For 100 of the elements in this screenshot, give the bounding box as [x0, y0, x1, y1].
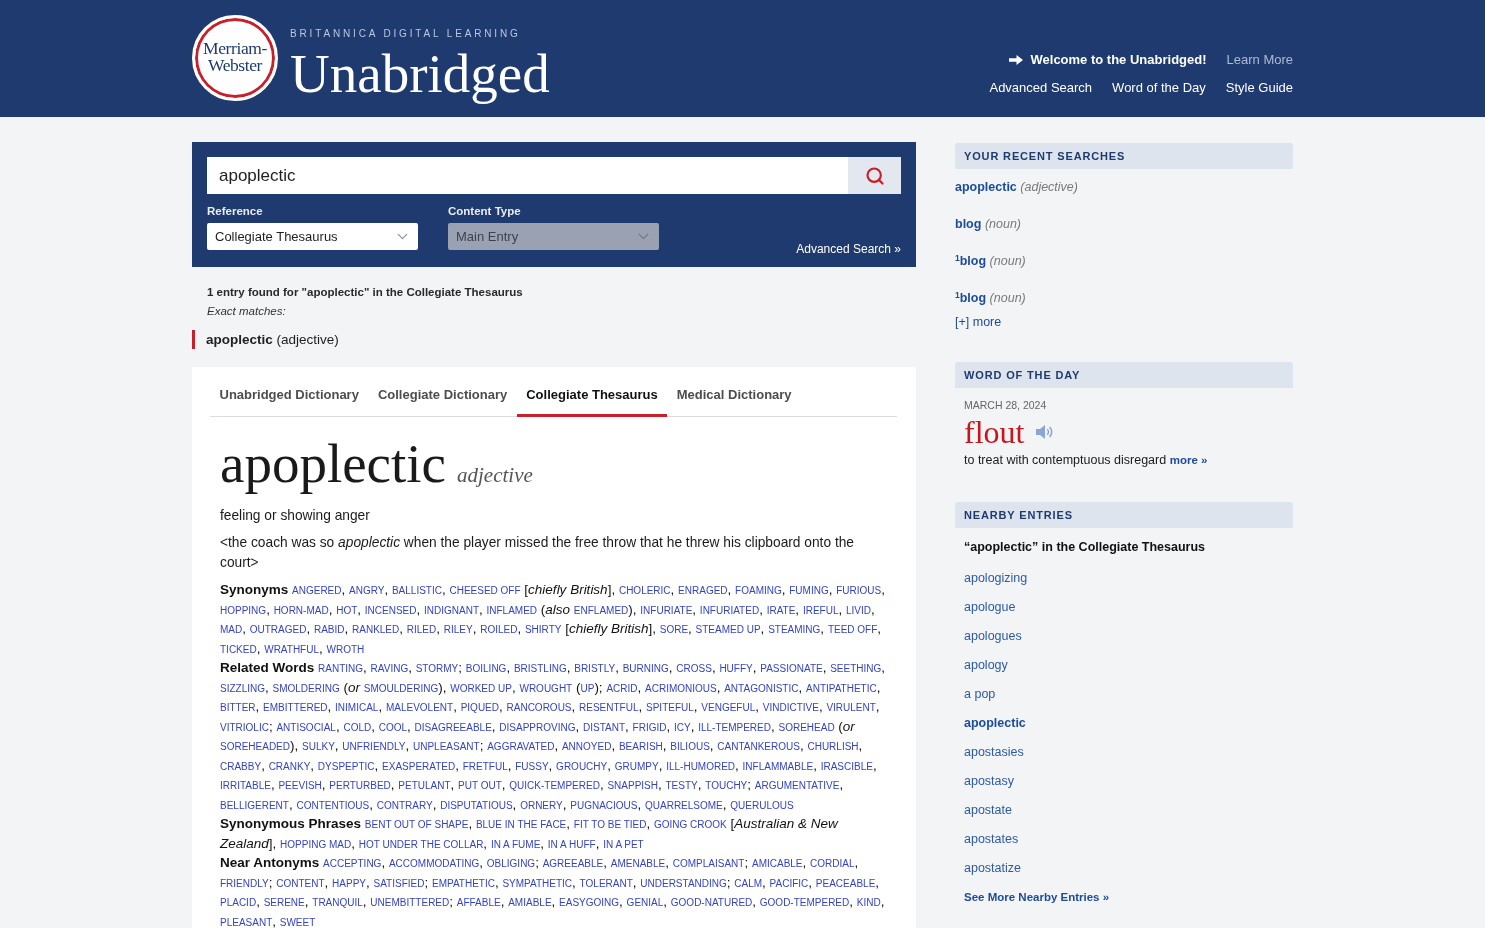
word-of-the-day[interactable]: flout [964, 416, 1025, 448]
nearby-entry-link[interactable]: apostasy [964, 773, 1015, 789]
word-link[interactable]: BILIOUS [670, 741, 710, 752]
word-link[interactable]: HOT [336, 604, 358, 616]
word-link[interactable]: INFLAMED [486, 604, 538, 616]
word-link[interactable]: EMPATHETIC [431, 877, 495, 889]
word-link[interactable]: CONTRARY [376, 799, 433, 811]
word-link[interactable]: STEAMED UP [695, 624, 761, 635]
tab[interactable]: Collegiate Dictionary [368, 387, 517, 417]
word-link[interactable]: AMIABLE [508, 897, 552, 908]
search-field[interactable]: apoplectic [207, 157, 848, 194]
nearby-entry-link[interactable]: apostasies [964, 744, 1024, 760]
word-link[interactable]: UNDERSTANDING [640, 877, 727, 889]
nearby-entry-link[interactable]: apologizing [964, 570, 1028, 586]
search-button[interactable] [848, 157, 901, 194]
word-link[interactable]: HUFFY [719, 663, 753, 674]
more-link[interactable]: more » [1169, 454, 1208, 466]
word-link[interactable]: QUERULOUS [730, 799, 794, 811]
word-link[interactable]: ACRIMONIOUS [645, 682, 717, 694]
word-link[interactable]: BITTER [220, 702, 256, 713]
tab[interactable]: Medical Dictionary [667, 387, 802, 417]
word-link[interactable]: BEARISH [618, 741, 663, 752]
nav-link[interactable]: Style Guide [1225, 80, 1293, 96]
word-link[interactable]: ENFLAMED [573, 604, 629, 616]
word-link[interactable]: QUARRELSOME [645, 799, 723, 811]
dropdown[interactable]: Collegiate Thesaurus [207, 223, 418, 250]
word-link[interactable]: CHEESED OFF [449, 585, 521, 596]
word-link[interactable]: KIND [856, 897, 881, 908]
word-link[interactable]: SIZZLING [220, 682, 265, 694]
word-link[interactable]: CHOLERIC [618, 585, 671, 596]
word-link[interactable]: TESTY [665, 780, 698, 791]
word-link[interactable]: CRANKY [268, 760, 311, 772]
logo[interactable]: Merriam-Webster [192, 15, 278, 101]
word-link[interactable]: SNAPPISH [607, 780, 658, 791]
word-link[interactable]: RABID [313, 624, 345, 635]
word-link[interactable]: VINDICTIVE [762, 702, 819, 713]
word-link[interactable]: PASSIONATE [760, 663, 823, 674]
recent-search-link[interactable]: apoplectic (adjective) [955, 179, 1078, 195]
word-link[interactable]: CORDIAL [810, 858, 855, 869]
word-link[interactable]: FOAMING [735, 585, 782, 596]
advanced-search-link[interactable]: Advanced Search » [796, 242, 901, 256]
word-link[interactable]: IN A PET [603, 838, 644, 850]
word-link[interactable]: INDIGNANT [424, 604, 479, 616]
word-link[interactable]: ANTISOCIAL [276, 721, 336, 733]
word-link[interactable]: EMBITTERED [263, 702, 328, 713]
word-link[interactable]: ANGERED [292, 585, 342, 596]
word-link[interactable]: SULKY [302, 741, 335, 752]
word-link[interactable]: BRISTLY [574, 663, 616, 674]
word-link[interactable]: QUICK-TEMPERED [509, 780, 600, 791]
exact-match-link[interactable]: apoplectic (adjective) [206, 331, 339, 348]
nearby-entry-link[interactable]: apostate [964, 802, 1012, 818]
word-link[interactable]: FRIENDLY [220, 877, 269, 889]
word-link[interactable]: RANCOROUS [506, 702, 572, 713]
nearby-entry-link[interactable]: a pop [964, 686, 996, 702]
word-link[interactable]: TOLERANT [579, 877, 633, 889]
word-link[interactable]: DISTANT [583, 721, 626, 733]
word-link[interactable]: GOING CROOK [653, 819, 727, 830]
tab[interactable]: Unabridged Dictionary [210, 387, 369, 417]
word-link[interactable]: BRISTLING [513, 663, 567, 674]
nearby-entry-link[interactable]: apostates [964, 831, 1019, 847]
word-link[interactable]: VITRIOLIC [220, 721, 269, 733]
word-link[interactable]: CROSS [676, 663, 712, 674]
word-link[interactable]: SWEET [279, 916, 316, 928]
word-link[interactable]: TRANQUIL [312, 897, 363, 908]
nav-link[interactable]: Word of the Day [1112, 80, 1206, 96]
learn-more-link[interactable]: Learn More [1226, 52, 1293, 68]
word-link[interactable]: CONTENT [276, 877, 325, 889]
nearby-entry-link[interactable]: apologues [964, 628, 1022, 644]
word-link[interactable]: SERENE [263, 897, 305, 908]
word-link[interactable]: FRETFUL [462, 760, 508, 772]
word-link[interactable]: CRABBY [220, 760, 262, 772]
word-link[interactable]: ACRID [606, 682, 638, 694]
recent-search-link[interactable]: $^{1}$blog (noun) [955, 253, 1026, 269]
word-link[interactable]: PLEASANT [220, 916, 273, 928]
word-link[interactable]: RILEY [443, 624, 473, 635]
welcome-link[interactable]: Welcome to the Unabridged! [1008, 52, 1207, 68]
word-link[interactable]: SMOULDERING [363, 682, 439, 694]
word-link[interactable]: IRASCIBLE [820, 760, 873, 772]
word-link[interactable]: UP [580, 682, 595, 694]
word-link[interactable]: LIVID [845, 604, 871, 616]
tab[interactable]: Collegiate Thesaurus [516, 387, 668, 417]
nearby-entry-link[interactable]: apostatize [964, 860, 1021, 876]
nav-link[interactable]: Advanced Search [989, 80, 1093, 96]
word-link[interactable]: PETULANT [398, 780, 451, 791]
word-link[interactable]: ICY [674, 721, 691, 733]
word-link[interactable]: GROUCHY [556, 760, 608, 772]
word-link[interactable]: WROUGHT [519, 682, 573, 694]
word-link[interactable]: GRUMPY [614, 760, 659, 772]
word-link[interactable]: PIQUED [460, 702, 499, 713]
word-link[interactable]: SHIRTY [524, 624, 562, 635]
word-link[interactable]: PEEVISH [278, 780, 322, 791]
recent-search-link[interactable]: blog (noun) [955, 216, 1021, 232]
word-link[interactable]: DISPUTATIOUS [440, 799, 513, 811]
word-link[interactable]: FUMING [789, 585, 829, 596]
word-link[interactable]: WRATHFUL [264, 643, 319, 655]
word-link[interactable]: WORKED UP [450, 682, 512, 694]
word-link[interactable]: ENRAGED [678, 585, 728, 596]
word-link[interactable]: SOREHEAD [778, 721, 835, 733]
word-link[interactable]: SMOLDERING [272, 682, 340, 694]
see-more-link[interactable]: See More Nearby Entries » [964, 889, 1110, 905]
